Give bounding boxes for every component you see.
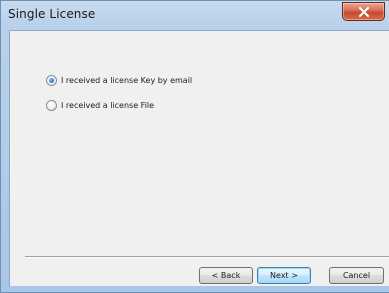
dialog-window: Single License I received a license Key … xyxy=(0,0,389,293)
option-label-license-key-email: I received a license Key by email xyxy=(61,75,193,85)
radio-button-license-file[interactable] xyxy=(46,99,57,111)
radio-button-license-key-email[interactable] xyxy=(46,74,57,86)
title-bar[interactable]: Single License xyxy=(1,1,389,30)
back-button[interactable]: < Back xyxy=(199,267,253,284)
next-button[interactable]: Next > xyxy=(257,267,311,284)
window-title: Single License xyxy=(8,7,96,21)
option-license-file[interactable]: I received a license File xyxy=(46,97,154,113)
close-button[interactable] xyxy=(342,2,385,21)
cancel-button[interactable]: Cancel xyxy=(329,267,384,284)
option-license-key-email[interactable]: I received a license Key by email xyxy=(46,72,192,88)
option-label-license-file: I received a license File xyxy=(61,100,155,110)
dialog-content: I received a license Key by email I rece… xyxy=(9,30,389,286)
separator-line xyxy=(25,256,389,258)
close-icon xyxy=(359,7,369,17)
